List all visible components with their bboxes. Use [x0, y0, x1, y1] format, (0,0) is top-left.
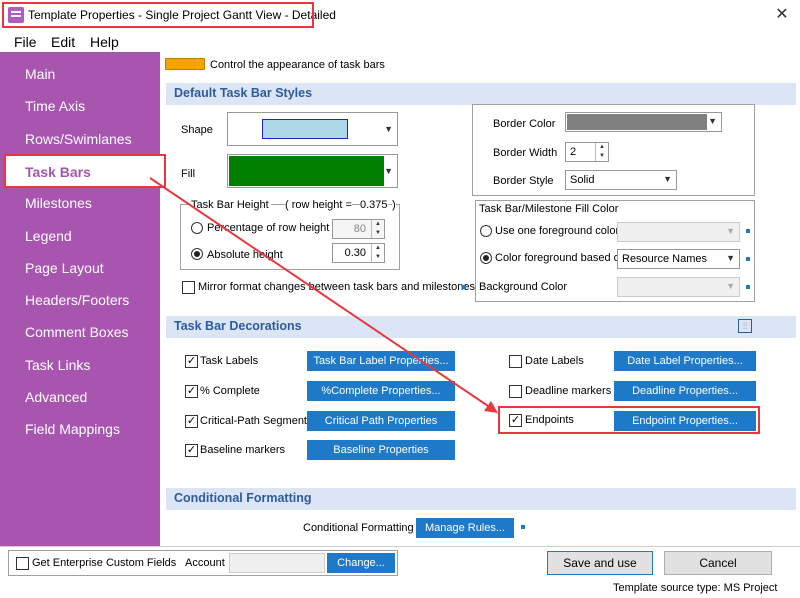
account-label: Account	[185, 557, 225, 569]
enterprise-checkbox[interactable]	[16, 557, 29, 570]
change-button[interactable]: Change...	[327, 553, 395, 573]
save-and-use-button[interactable]: Save and use	[547, 551, 653, 575]
account-field[interactable]	[229, 553, 325, 573]
annotation-arrow	[149, 177, 498, 413]
cancel-button[interactable]: Cancel	[664, 551, 772, 575]
template-source-text: Template source type: MS Project	[613, 582, 778, 594]
enterprise-label: Get Enterprise Custom Fields	[32, 557, 177, 569]
footer-separator	[0, 546, 800, 547]
